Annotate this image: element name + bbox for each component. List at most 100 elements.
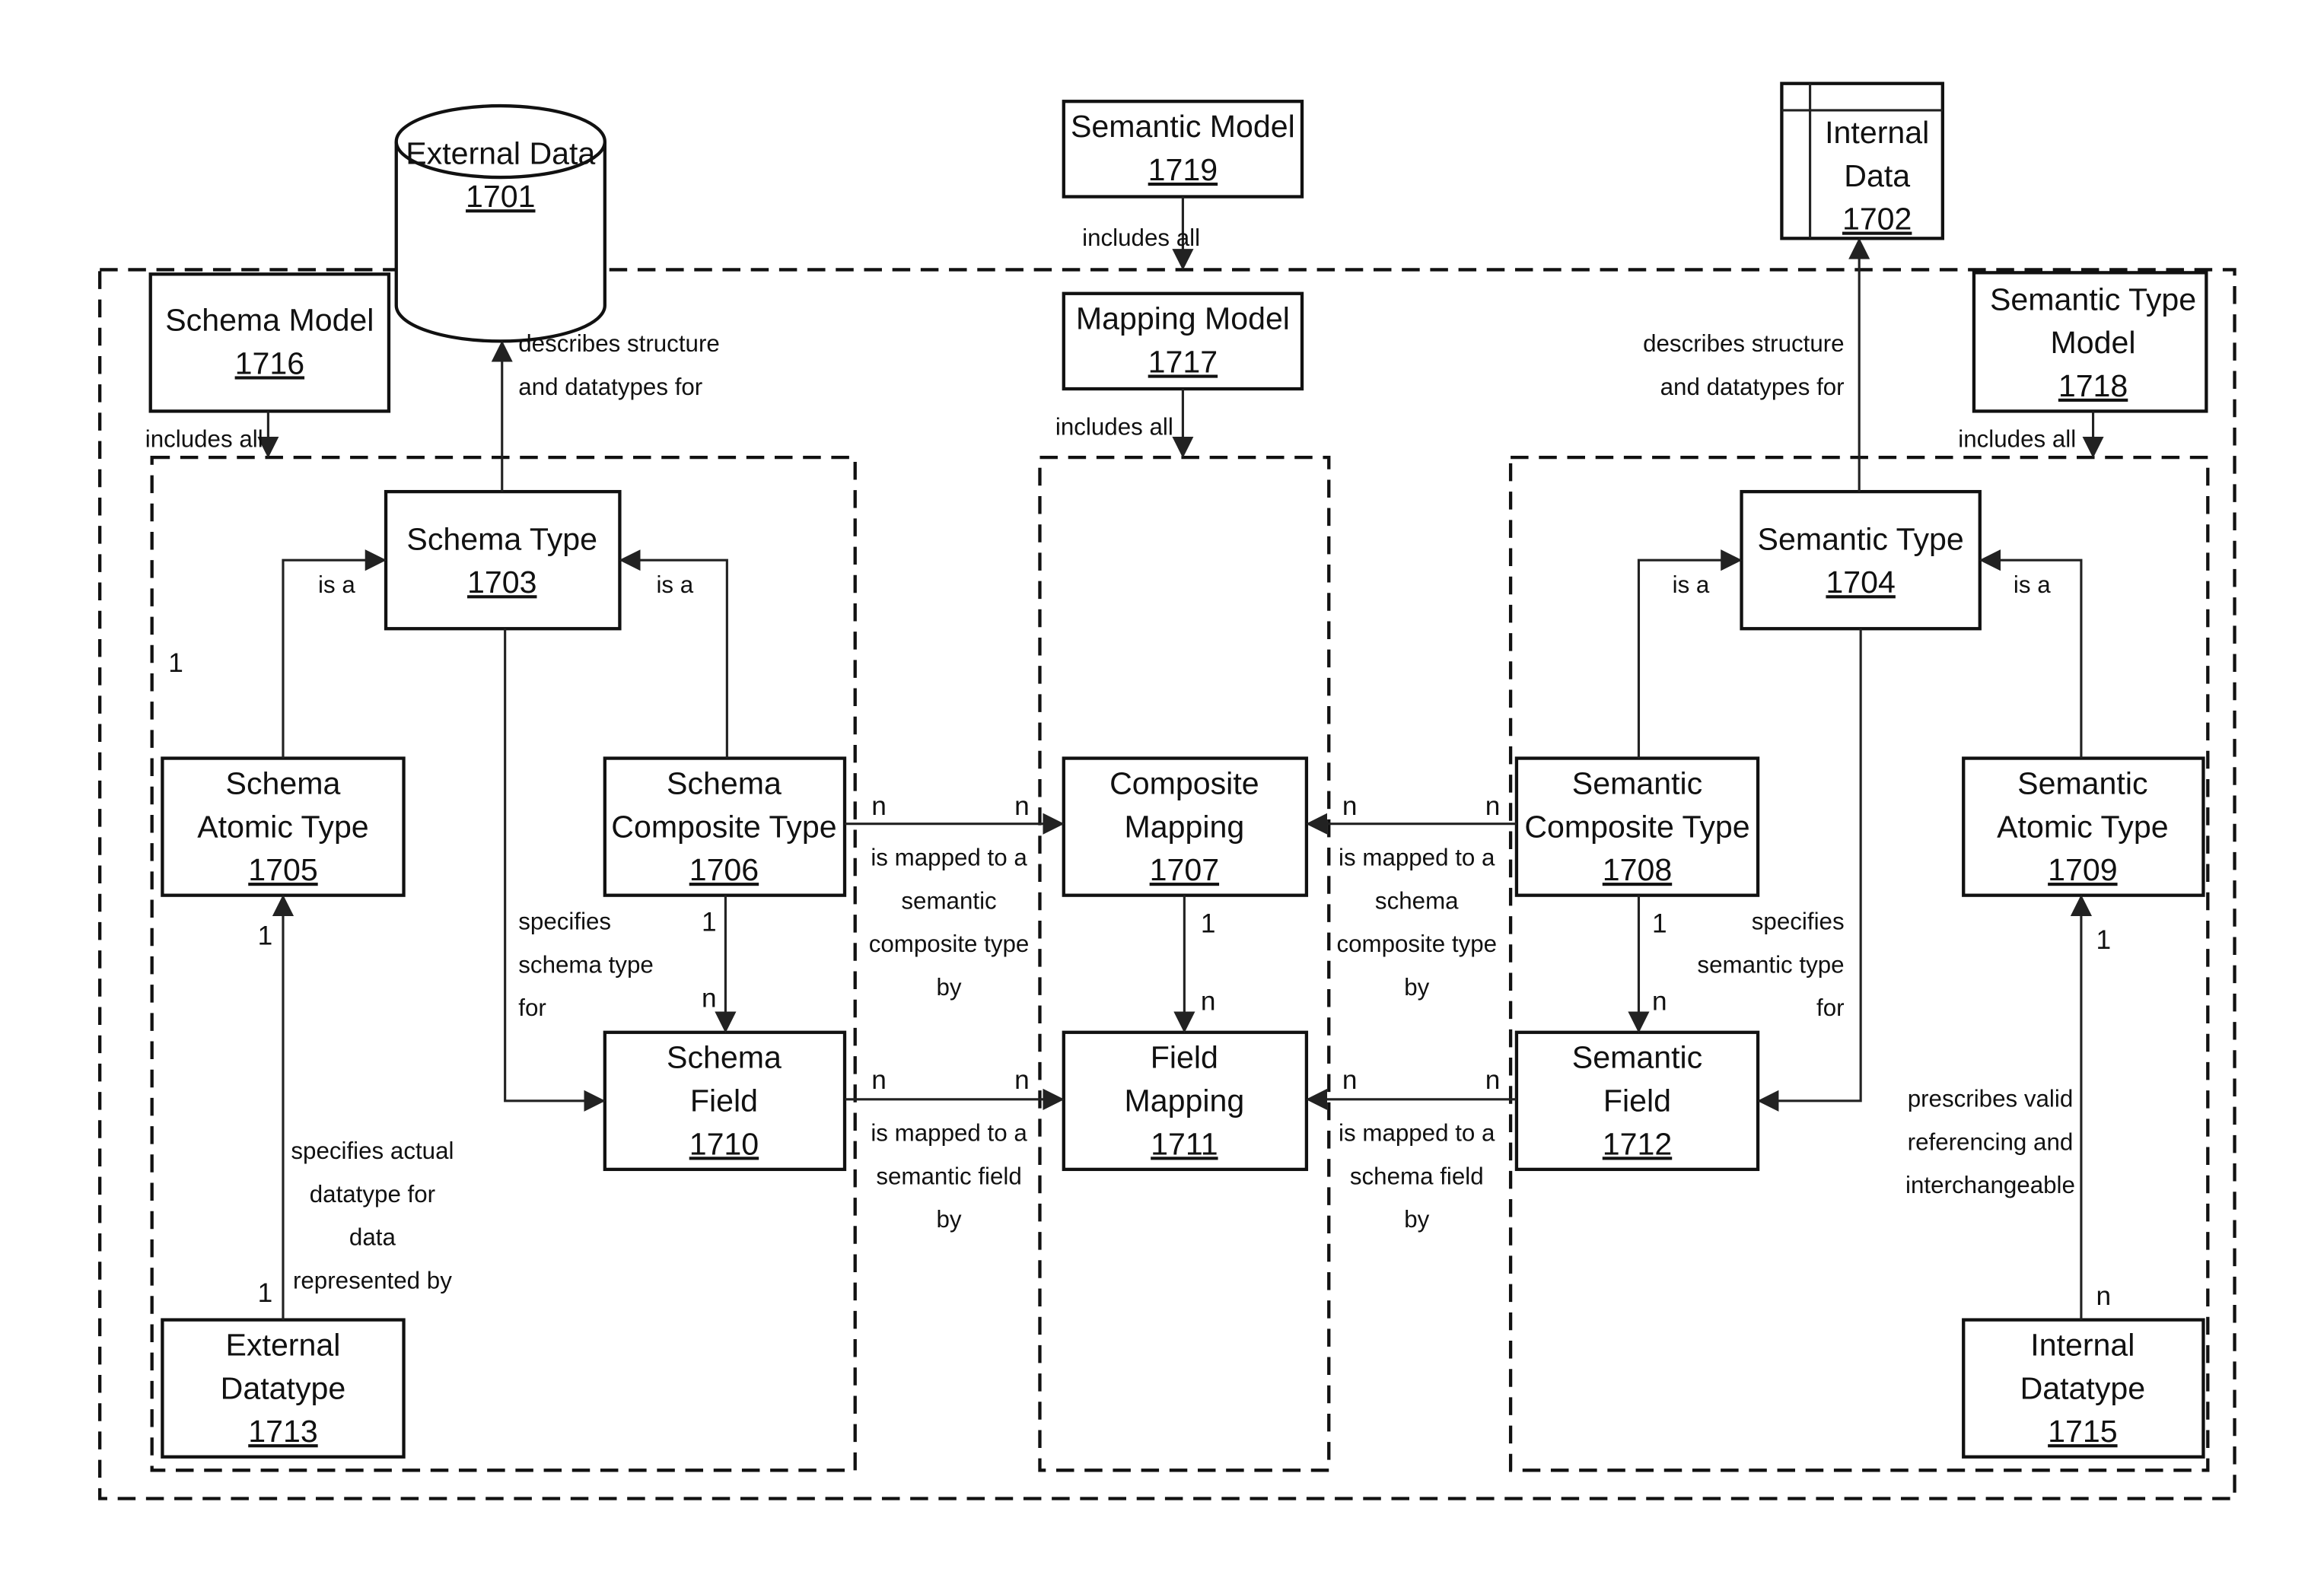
schema-atomic-type-ref-number: 1705 <box>248 852 317 887</box>
schema-composite-type-label: Schema <box>667 766 782 801</box>
semantic-type-model-label: Model <box>2051 325 2136 360</box>
cardinality-many: n <box>702 983 717 1013</box>
is-a-label: is a <box>656 571 693 598</box>
external-datatype-ref-number: 1713 <box>248 1414 317 1449</box>
schema-type-label: Schema Type <box>406 521 597 556</box>
composite-mapping-label: Mapping <box>1125 809 1245 844</box>
mapped-to-schema-composite-label: is mapped to a <box>1339 845 1495 871</box>
mapped-to-semantic-composite-label: by <box>937 974 962 1001</box>
semantic-model-label: Semantic Model <box>1071 109 1295 144</box>
cardinality-many: n <box>1485 1065 1501 1095</box>
cardinality-one: 1 <box>2096 925 2111 955</box>
specifies-semantic-type-label: specifies <box>1752 908 1845 935</box>
semantic-atomic-type-label: Atomic Type <box>1997 809 2168 844</box>
cardinality-many: n <box>1342 1065 1358 1095</box>
cardinality-one: 1 <box>258 1278 273 1308</box>
describes-structure-label: and datatypes for <box>1660 374 1845 400</box>
mapped-to-semantic-composite-label: composite type <box>869 931 1030 957</box>
internal-datatype-label: Internal <box>2030 1328 2135 1363</box>
cardinality-one: 1 <box>168 648 183 678</box>
cardinality-many: n <box>1652 986 1667 1016</box>
cardinality-many: n <box>1485 791 1501 821</box>
prescribes-valid-label: interchangeable <box>1905 1172 2075 1198</box>
semantic-type-box <box>1740 489 1982 631</box>
semantic-atomic-type-ref-number: 1709 <box>2048 852 2117 887</box>
mapped-to-semantic-field-label: by <box>937 1206 962 1233</box>
specifies-actual-datatype-label: datatype for <box>310 1181 435 1208</box>
semantic-field-label: Field <box>1603 1083 1671 1118</box>
schema-composite-type-label: Composite Type <box>611 809 836 844</box>
cardinality-one: 1 <box>1652 909 1667 939</box>
mapping-model-label: Mapping Model <box>1076 301 1290 336</box>
mapped-to-schema-composite-label: schema <box>1375 887 1459 914</box>
schema-field-label: Field <box>690 1083 758 1118</box>
describes-structure-label: describes structure <box>518 330 720 357</box>
includes-all-label: includes all <box>145 425 263 452</box>
semantic-composite-type-label: Composite Type <box>1524 809 1749 844</box>
schema-field-label: Schema <box>667 1040 782 1075</box>
composite-mapping-label: Composite <box>1109 766 1259 801</box>
cardinality-many: n <box>1342 791 1358 821</box>
cardinality-one: 1 <box>258 921 273 950</box>
semantic-type-model-ref-number: 1718 <box>2058 368 2128 403</box>
schema-atomic-type-label: Schema <box>226 766 341 801</box>
mapped-to-semantic-field-label: is mapped to a <box>871 1120 1027 1147</box>
schema-atomic-type-label: Atomic Type <box>197 809 368 844</box>
external-data-label: External Data <box>406 135 595 170</box>
specifies-actual-datatype-label: data <box>349 1224 396 1251</box>
schema-model-ref-number: 1716 <box>235 345 304 380</box>
semantic-composite-type-ref-number: 1708 <box>1603 852 1672 887</box>
internal-data-ref-number: 1702 <box>1842 202 1912 237</box>
semantic-type-model-label: Semantic Type <box>1990 282 2196 317</box>
semantic-atomic-type-label: Semantic <box>2017 766 2147 801</box>
specifies-schema-type-arrow <box>504 628 606 1112</box>
semantic-type-label: Semantic Type <box>1758 521 1964 556</box>
internal-data-label: Data <box>1844 158 1910 193</box>
includes-all-label: includes all <box>1958 425 2076 452</box>
schema-type-box <box>384 489 622 631</box>
schema-field-ref-number: 1710 <box>689 1126 759 1161</box>
field-mapping-ref-number: 1711 <box>1151 1126 1218 1161</box>
includes-all-label: includes all <box>1055 414 1173 441</box>
mapped-to-semantic-field-label: semantic field <box>876 1163 1021 1189</box>
specifies-semantic-type-label: for <box>1816 994 1845 1021</box>
schema-model-box <box>148 272 391 413</box>
mapped-to-semantic-composite-label: semantic <box>901 887 996 914</box>
specifies-actual-datatype-label: specifies actual <box>291 1138 454 1164</box>
semantic-field-label: Semantic <box>1572 1040 1702 1075</box>
is-a-label: is a <box>2014 571 2051 598</box>
internal-datatype-label: Datatype <box>2020 1370 2146 1405</box>
external-data-ref-number: 1701 <box>466 179 535 214</box>
cardinality-many: n <box>1201 986 1216 1016</box>
describes-structure-label: and datatypes for <box>518 374 702 400</box>
describes-structure-label: describes structure <box>1643 330 1845 357</box>
is-a-label: is a <box>1673 571 1710 598</box>
cardinality-many: n <box>871 1065 887 1095</box>
specifies-schema-type-label: schema type <box>518 951 654 978</box>
prescribes-valid-label: prescribes valid <box>1908 1086 2074 1112</box>
mapped-to-schema-field-label: is mapped to a <box>1339 1120 1495 1147</box>
schema-composite-type-ref-number: 1706 <box>689 852 759 887</box>
mapping-model-ref-number: 1717 <box>1148 345 1218 380</box>
mapped-to-schema-field-label: by <box>1404 1206 1429 1233</box>
field-mapping-label: Mapping <box>1125 1083 1245 1118</box>
cardinality-many: n <box>871 791 887 821</box>
external-datatype-label: External <box>226 1328 341 1363</box>
specifies-schema-type-label: for <box>518 994 546 1021</box>
cardinality-one: 1 <box>1201 909 1216 939</box>
external-datatype-label: Datatype <box>221 1370 346 1405</box>
specifies-semantic-type-arrow <box>1757 628 1862 1112</box>
schema-model-label: Schema Model <box>165 303 374 338</box>
data-model-diagram: External Data 1701 Internal Data 1702 Schema … <box>98 81 2236 1500</box>
is-a-label: is a <box>318 571 355 598</box>
mapped-to-schema-composite-label: by <box>1404 974 1429 1001</box>
cardinality-one: 1 <box>702 908 717 937</box>
schema-type-ref-number: 1703 <box>467 565 536 600</box>
includes-all-label: includes all <box>1082 224 1200 251</box>
composite-mapping-ref-number: 1707 <box>1150 852 1219 887</box>
internal-datatype-ref-number: 1715 <box>2048 1414 2117 1449</box>
mapped-to-semantic-composite-label: is mapped to a <box>871 845 1027 871</box>
field-mapping-label: Field <box>1151 1040 1218 1075</box>
internal-data-label: Internal <box>1825 115 1929 150</box>
cardinality-many: n <box>2096 1281 2111 1311</box>
